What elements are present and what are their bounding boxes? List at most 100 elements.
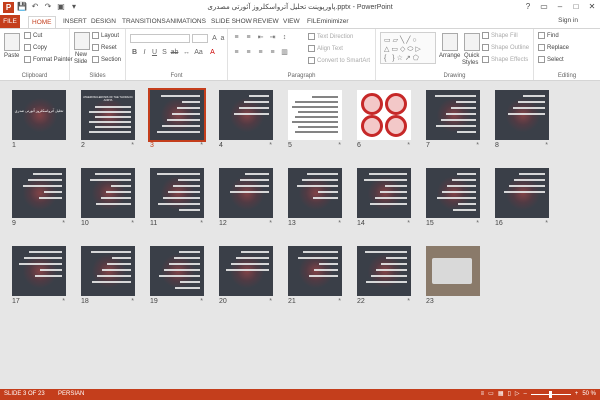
slide-preview[interactable] [150,246,204,296]
slide-thumbnail[interactable]: 23 [426,246,480,305]
align-text-button[interactable]: Align Text [308,45,343,52]
bold-icon[interactable]: B [130,48,139,57]
transition-star-icon[interactable]: * [131,142,134,149]
reset-button[interactable]: Reset [92,44,117,51]
cut-button[interactable]: Cut [24,32,42,39]
slideshow-view-icon[interactable]: ▷ [515,389,520,400]
font-color-icon[interactable]: A [208,48,217,57]
slide-thumbnail[interactable]: 12 * [219,168,273,227]
tab-home[interactable]: HOME [28,16,56,28]
transition-star-icon[interactable]: * [338,142,341,149]
change-case-icon[interactable]: Aa [194,48,203,57]
slide-thumbnail[interactable]: 13 * [288,168,342,227]
slide-preview[interactable] [219,246,273,296]
transition-star-icon[interactable]: * [62,220,65,227]
shadow-icon[interactable]: S [160,48,169,57]
paste-icon[interactable] [4,33,20,51]
transition-star-icon[interactable]: * [200,298,203,305]
slide-preview[interactable] [288,246,342,296]
slide-thumbnail[interactable]: 21 * [288,246,342,305]
tab-file[interactable]: FILE [0,15,20,28]
slide-thumbnail[interactable]: 17 * [12,246,66,305]
tab-animations[interactable]: ANIMATIONS [166,16,206,28]
section-button[interactable]: Section [92,56,121,63]
slide-thumbnail[interactable]: 5 * [288,90,342,149]
slide-thumbnail[interactable]: تحلیل آترواسکلروز آئورتی صدری 1 [12,90,66,149]
paste-button[interactable]: Paste [4,53,19,59]
convert-smartart-button[interactable]: Convert to SmartArt [308,57,370,64]
arrange-button[interactable]: Arrange [439,53,460,59]
align-right-icon[interactable]: ≡ [256,48,265,57]
increase-indent-icon[interactable]: ⇥ [268,33,277,42]
transition-star-icon[interactable]: * [407,142,410,149]
slide-preview[interactable] [357,90,411,140]
copy-button[interactable]: Copy [24,44,47,51]
maximize-icon[interactable]: □ [568,0,584,13]
columns-icon[interactable]: ▥ [280,48,289,57]
text-direction-button[interactable]: Text Direction [308,33,353,40]
new-slide-button[interactable]: New [75,52,87,58]
zoom-in-button[interactable]: + [575,389,579,400]
quick-styles-button-line2[interactable]: Styles [462,60,478,66]
slide-thumbnail[interactable]: 11 * [150,168,204,227]
transition-star-icon[interactable]: * [338,220,341,227]
transition-star-icon[interactable]: * [407,220,410,227]
new-slide-icon[interactable] [74,32,90,50]
zoom-level[interactable]: 50 % [582,389,596,400]
transition-star-icon[interactable]: * [269,142,272,149]
notes-icon[interactable]: ≡ [481,389,485,400]
transition-star-icon[interactable]: * [338,298,341,305]
slide-preview[interactable] [357,168,411,218]
shapes-gallery[interactable]: ▭▱╲╱○ △▭◇⬭▷{ }☆↗⬠ [380,32,436,64]
tab-review[interactable]: REVIEW [253,16,279,28]
transition-star-icon[interactable]: * [200,142,203,149]
transition-star-icon[interactable]: * [476,142,479,149]
slide-preview[interactable] [12,168,66,218]
transition-star-icon[interactable]: * [269,298,272,305]
transition-star-icon[interactable]: * [62,298,65,305]
slide-thumbnail[interactable]: 8 * [495,90,549,149]
justify-icon[interactable]: ≡ [268,48,277,57]
reading-view-icon[interactable]: ▯ [508,389,511,400]
slide-preview[interactable] [426,246,480,296]
slide-thumbnail[interactable]: 14 * [357,168,411,227]
find-button[interactable]: Find [538,32,559,39]
slide-thumbnail[interactable]: 3 * [148,88,206,149]
slide-thumbnail[interactable]: 10 * [81,168,135,227]
bullets-icon[interactable]: ≡ [232,33,241,42]
slide-preview[interactable] [357,246,411,296]
transition-star-icon[interactable]: * [476,220,479,227]
shape-outline-button[interactable]: Shape Outline [482,44,529,51]
underline-icon[interactable]: U [150,48,159,57]
numbering-icon[interactable]: ≡ [244,33,253,42]
minimize-icon[interactable]: – [552,0,568,13]
tab-view[interactable]: VIEW [283,16,300,28]
strikethrough-icon[interactable]: ab [170,48,179,57]
slide-preview[interactable]: تحلیل آترواسکلروز آئورتی صدری [12,90,66,140]
slide-preview[interactable] [150,168,204,218]
font-name-combo[interactable] [130,34,190,43]
font-size-combo[interactable] [192,34,208,43]
slide-thumbnail[interactable]: 20 * [219,246,273,305]
slide-preview[interactable] [288,168,342,218]
slide-preview[interactable] [12,246,66,296]
line-spacing-icon[interactable]: ↕ [280,33,289,42]
character-spacing-icon[interactable]: ↔ [182,48,191,57]
help-icon[interactable]: ? [520,0,536,13]
arrange-icon[interactable] [442,33,458,51]
normal-view-icon[interactable]: ▭ [488,389,494,400]
slide-preview[interactable] [495,168,549,218]
transition-star-icon[interactable]: * [131,220,134,227]
tab-slide-show[interactable]: SLIDE SHOW [211,16,252,28]
slide-thumbnail[interactable]: ATHEROSCLEROSIS OF THE THORACIC AORTA 2 * [81,90,135,149]
sign-in-link[interactable]: Sign in [558,17,578,24]
close-icon[interactable]: ✕ [584,0,600,13]
replace-button[interactable]: Replace [538,44,569,51]
slide-preview[interactable] [219,168,273,218]
tab-transitions[interactable]: TRANSITIONS [122,16,166,28]
slide-preview[interactable]: ATHEROSCLEROSIS OF THE THORACIC AORTA [81,90,135,140]
layout-button[interactable]: Layout [92,32,119,39]
transition-star-icon[interactable]: * [407,298,410,305]
select-button[interactable]: Select [538,56,564,63]
slide-sorter-view-icon[interactable]: ▦ [498,389,504,400]
